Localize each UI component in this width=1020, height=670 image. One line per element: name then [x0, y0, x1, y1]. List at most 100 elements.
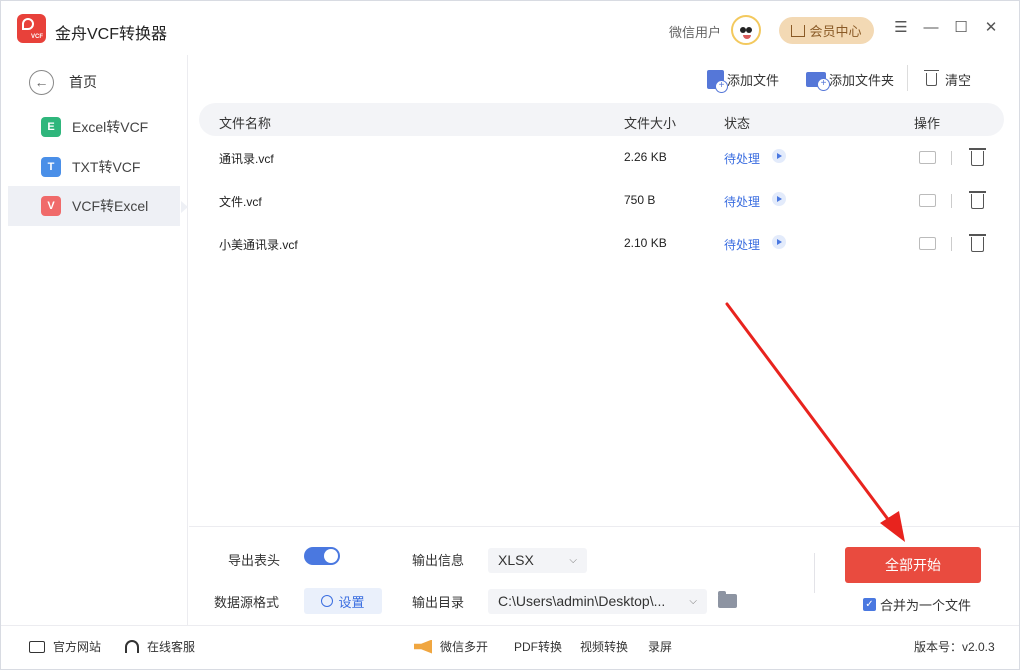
title-bar: VCF 金舟VCF转换器 微信用户 会员中心 ☰ — ☐ ✕ — [1, 1, 1019, 55]
toolbar-divider — [907, 65, 908, 91]
minimize-icon[interactable]: — — [923, 20, 939, 36]
file-status: 待处理 — [724, 152, 761, 166]
header-status: 状态 — [724, 116, 751, 131]
export-header-toggle[interactable] — [304, 547, 340, 565]
wechat-multi-label: 微信多开 — [440, 640, 489, 654]
output-dir-select[interactable]: C:\Users\admin\Desktop\... ⌵ — [488, 589, 707, 614]
file-size: 2.26 KB — [624, 150, 667, 164]
action-divider — [951, 194, 952, 208]
file-size: 750 B — [624, 193, 656, 207]
chevron-down-icon: ⌵ — [569, 555, 577, 566]
export-header-label: 导出表头 — [228, 553, 281, 568]
sidebar-item-txt-to-vcf[interactable]: T TXT转VCF — [8, 147, 180, 187]
source-format-label: 数据源格式 — [214, 595, 280, 610]
website-label: 官方网站 — [53, 640, 102, 654]
video-convert-link[interactable]: 视频转换 — [580, 638, 628, 655]
open-folder-icon[interactable] — [919, 237, 936, 250]
table-row[interactable]: 小美通讯录.vcf 2.10 KB 待处理 — [199, 222, 1004, 265]
chevron-down-icon: ⌵ — [689, 596, 697, 607]
open-folder-icon[interactable] — [919, 194, 936, 207]
gear-icon — [321, 595, 334, 607]
crown-icon — [791, 24, 806, 37]
panel-divider — [814, 553, 815, 593]
output-format-select[interactable]: XLSX ⌵ — [488, 548, 587, 573]
checkbox-checked-icon: ✓ — [863, 598, 876, 611]
output-dir-label: 输出目录 — [412, 595, 465, 610]
sidebar-item-label: TXT转VCF — [72, 159, 141, 175]
vip-center-label: 会员中心 — [809, 24, 862, 39]
home-label: 首页 — [69, 74, 97, 90]
app-logo-text: VCF — [31, 34, 43, 40]
table-row[interactable]: 文件.vcf 750 B 待处理 — [199, 179, 1004, 222]
delete-icon[interactable] — [969, 234, 986, 252]
vip-center-button[interactable]: 会员中心 — [779, 17, 874, 44]
file-name: 小美通讯录.vcf — [219, 238, 298, 252]
table-row[interactable]: 通讯录.vcf 2.26 KB 待处理 — [199, 136, 1004, 179]
txt-badge-icon: T — [41, 157, 61, 177]
file-name: 通讯录.vcf — [219, 152, 274, 166]
output-dir-value: C:\Users\admin\Desktop\... — [498, 593, 666, 609]
official-website-link[interactable]: 官方网站 — [29, 638, 101, 655]
app-window: VCF 金舟VCF转换器 微信用户 会员中心 ☰ — ☐ ✕ ← 首页 E Ex… — [0, 0, 1020, 670]
megaphone-icon — [414, 639, 432, 654]
close-icon[interactable]: ✕ — [983, 20, 999, 36]
support-label: 在线客服 — [147, 640, 196, 654]
clear-label: 清空 — [945, 72, 972, 88]
delete-icon[interactable] — [969, 148, 986, 166]
delete-icon[interactable] — [969, 191, 986, 209]
action-divider — [951, 151, 952, 165]
version-label: 版本号：v2.0.3 — [914, 640, 995, 654]
file-status: 待处理 — [724, 238, 761, 252]
status-bar: 官方网站 在线客服 微信多开 PDF转换 视频转换 录屏 版本号：v2.0.3 — [1, 625, 1019, 665]
setup-button[interactable]: 设置 — [304, 588, 382, 614]
start-all-button[interactable]: 全部开始 — [845, 547, 981, 583]
sidebar-item-label: Excel转VCF — [72, 119, 149, 135]
merge-checkbox[interactable]: ✓ 合并为一个文件 — [863, 595, 971, 614]
file-size: 2.10 KB — [624, 236, 667, 250]
header-action: 操作 — [914, 116, 941, 131]
output-info-label: 输出信息 — [412, 553, 465, 568]
wechat-multi-link[interactable]: 微信多开 — [414, 638, 488, 655]
app-title: 金舟VCF转换器 — [55, 26, 168, 43]
add-folder-button[interactable]: 添加文件夹 — [806, 68, 895, 91]
vcf-badge-icon: V — [41, 196, 61, 216]
clear-button[interactable]: 清空 — [924, 68, 972, 90]
avatar[interactable] — [731, 15, 761, 45]
merge-label: 合并为一个文件 — [880, 598, 972, 613]
pdf-convert-link[interactable]: PDF转换 — [514, 638, 562, 655]
file-status: 待处理 — [724, 195, 761, 209]
menu-icon[interactable]: ☰ — [893, 20, 909, 36]
sidebar-item-excel-to-vcf[interactable]: E Excel转VCF — [8, 107, 180, 147]
monitor-icon — [29, 640, 45, 653]
trash-icon — [924, 69, 939, 86]
output-format-value: XLSX — [498, 552, 534, 568]
browse-folder-icon[interactable] — [718, 591, 737, 608]
app-logo-icon: VCF — [17, 14, 46, 43]
play-icon[interactable] — [772, 149, 786, 163]
online-support-link[interactable]: 在线客服 — [125, 638, 195, 655]
sidebar: ← 首页 E Excel转VCF T TXT转VCF V VCF转Excel — [1, 55, 188, 625]
add-folder-label: 添加文件夹 — [829, 72, 895, 88]
sidebar-home[interactable]: ← 首页 — [29, 69, 97, 95]
screen-record-link[interactable]: 录屏 — [648, 638, 672, 655]
add-file-label: 添加文件 — [727, 72, 780, 88]
back-arrow-icon: ← — [29, 69, 54, 95]
add-folder-icon — [806, 71, 830, 91]
play-icon[interactable] — [772, 192, 786, 206]
play-icon[interactable] — [772, 235, 786, 249]
sidebar-item-label: VCF转Excel — [72, 198, 149, 214]
excel-badge-icon: E — [41, 117, 61, 137]
action-divider — [951, 237, 952, 251]
header-file-name: 文件名称 — [219, 116, 272, 131]
file-name: 文件.vcf — [219, 195, 262, 209]
header-file-size: 文件大小 — [624, 116, 677, 131]
add-file-button[interactable]: 添加文件 — [707, 68, 780, 93]
setup-label: 设置 — [338, 594, 365, 610]
open-folder-icon[interactable] — [919, 151, 936, 164]
add-file-icon — [707, 69, 728, 93]
maximize-icon[interactable]: ☐ — [953, 20, 969, 36]
table-header: 文件名称 文件大小 状态 操作 — [199, 103, 1004, 136]
sidebar-item-vcf-to-excel[interactable]: V VCF转Excel — [8, 186, 188, 226]
user-name[interactable]: 微信用户 — [669, 22, 721, 41]
headset-icon — [125, 640, 139, 653]
